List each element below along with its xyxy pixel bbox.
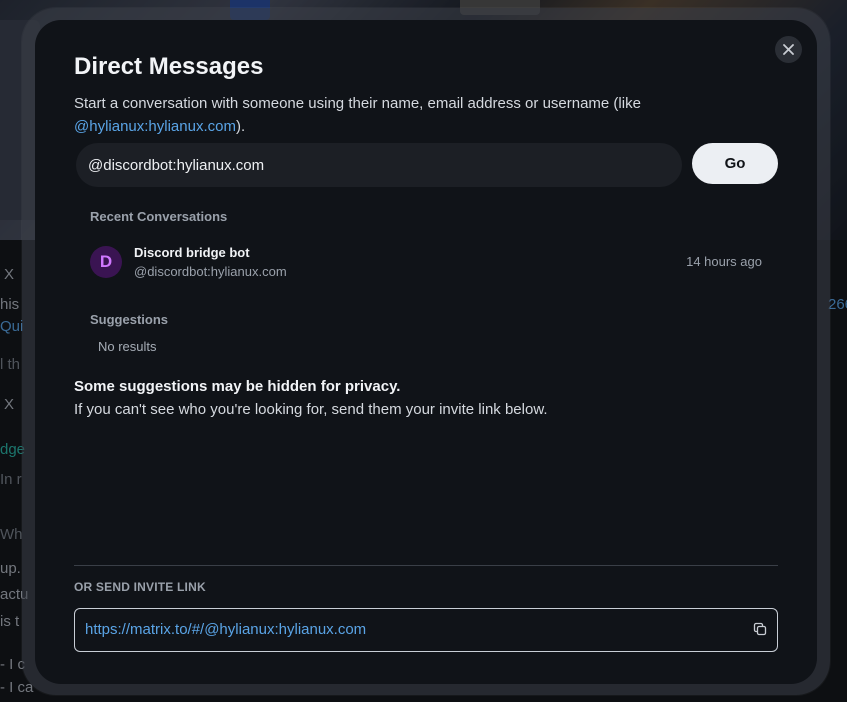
- close-button[interactable]: [775, 36, 802, 63]
- go-button[interactable]: Go: [692, 143, 778, 184]
- avatar: D: [90, 246, 122, 278]
- invite-link-box: https://matrix.to/#/@hylianux:hylianux.c…: [74, 608, 778, 652]
- subtitle-text: ).: [235, 118, 246, 135]
- close-icon: [783, 44, 794, 55]
- copy-icon[interactable]: [753, 622, 767, 636]
- example-username-link[interactable]: @hylianux:hylianux.com: [74, 118, 236, 135]
- privacy-notice-title: Some suggestions may be hidden for priva…: [74, 378, 401, 395]
- recent-conversations-label: Recent Conversations: [90, 209, 228, 224]
- no-results-text: No results: [98, 339, 157, 354]
- subtitle-text: Start a conversation with someone using …: [74, 95, 641, 112]
- divider: [74, 565, 778, 566]
- invite-link[interactable]: https://matrix.to/#/@hylianux:hylianux.c…: [85, 621, 366, 638]
- dialog-subtitle: Start a conversation with someone using …: [74, 92, 714, 138]
- conversation-user-id: @discordbot:hylianux.com: [134, 264, 287, 279]
- conversation-name: Discord bridge bot: [134, 245, 250, 260]
- suggestions-label: Suggestions: [90, 312, 169, 327]
- dialog-title: Direct Messages: [74, 53, 264, 80]
- recent-conversation-item[interactable]: D Discord bridge bot @discordbot:hylianu…: [86, 240, 778, 286]
- search-input[interactable]: [76, 143, 682, 187]
- conversation-timestamp: 14 hours ago: [686, 254, 762, 269]
- invite-link-label: OR SEND INVITE LINK: [74, 580, 206, 594]
- privacy-notice-body: If you can't see who you're looking for,…: [74, 401, 548, 418]
